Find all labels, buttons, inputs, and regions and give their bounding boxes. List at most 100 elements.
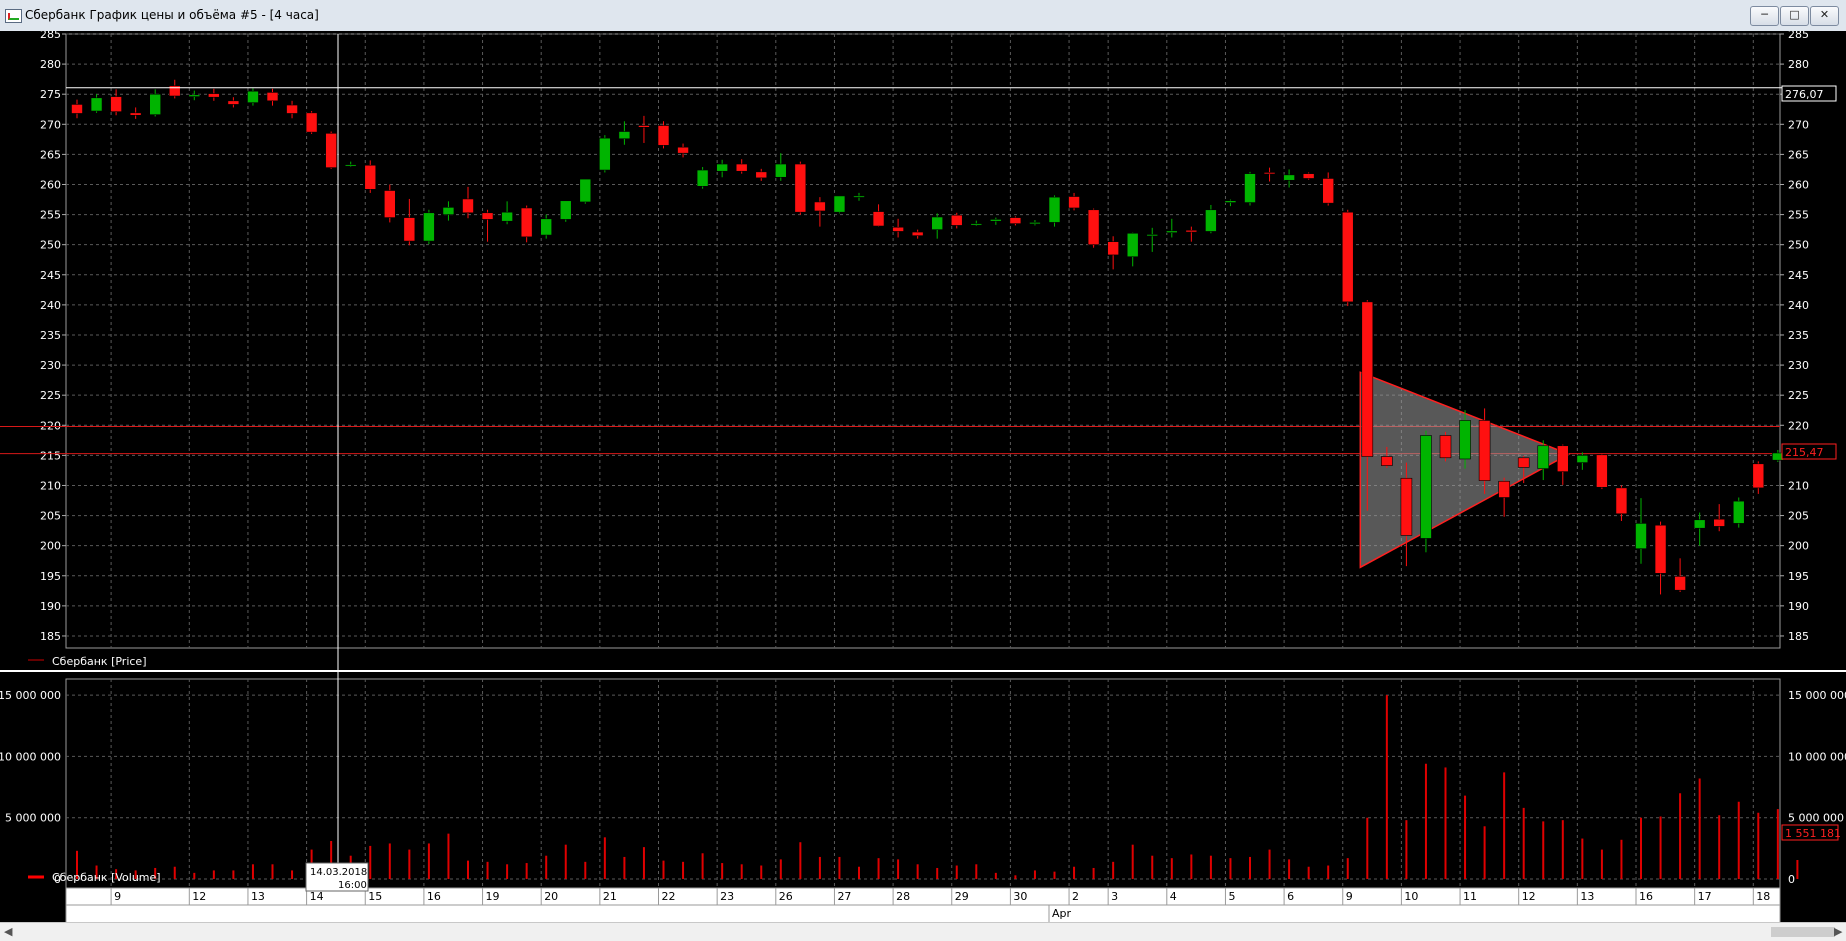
candle-body bbox=[481, 212, 494, 220]
candle-body bbox=[1498, 480, 1510, 498]
price-tick-label: 255 bbox=[40, 209, 61, 222]
scroll-right-icon[interactable]: ▶ bbox=[1834, 925, 1842, 938]
candle-body bbox=[1166, 230, 1178, 233]
candle-body bbox=[1459, 420, 1471, 460]
day-label: 16 bbox=[427, 890, 441, 903]
price-tick-label: 255 bbox=[1788, 209, 1809, 222]
candle-body bbox=[325, 133, 337, 168]
day-label: 27 bbox=[837, 890, 851, 903]
candle-body bbox=[1244, 173, 1256, 203]
day-label: 20 bbox=[544, 890, 558, 903]
day-label: 9 bbox=[114, 890, 121, 903]
price-tick-label: 200 bbox=[1788, 540, 1809, 553]
candle-body bbox=[618, 131, 631, 140]
candle-body bbox=[1048, 196, 1061, 223]
horizontal-scrollbar[interactable]: ◀ ▶ bbox=[0, 922, 1846, 941]
candle-body bbox=[540, 218, 553, 236]
chart-area[interactable]: 185 185 190 190 195 195 200 200 205 205 210 210 215 2… bbox=[0, 28, 1846, 931]
candle-body bbox=[1674, 576, 1686, 591]
candle-body bbox=[129, 112, 142, 116]
minimize-button[interactable]: ─ bbox=[1750, 6, 1779, 26]
candle-body bbox=[833, 195, 846, 213]
day-label: 13 bbox=[251, 890, 265, 903]
candle-body bbox=[1185, 229, 1198, 233]
candle-body bbox=[794, 163, 807, 213]
day-label: 10 bbox=[1404, 890, 1418, 903]
day-label: 22 bbox=[662, 890, 676, 903]
scroll-thumb[interactable] bbox=[1771, 927, 1835, 937]
price-tick-label: 275 bbox=[40, 88, 61, 101]
candle-body bbox=[1361, 301, 1374, 457]
price-tick-label: 195 bbox=[40, 570, 61, 583]
candle-body bbox=[716, 163, 728, 172]
day-label: 6 bbox=[1287, 890, 1294, 903]
candle-body bbox=[266, 92, 279, 102]
price-tick-label: 270 bbox=[1788, 118, 1809, 131]
candle-body bbox=[1146, 234, 1159, 237]
candle-body bbox=[1263, 172, 1276, 175]
price-tick-label: 265 bbox=[40, 148, 61, 161]
day-label: 5 bbox=[1228, 890, 1235, 903]
day-label: 17 bbox=[1698, 890, 1712, 903]
candle-body bbox=[442, 207, 455, 215]
close-icon: ✕ bbox=[1819, 8, 1830, 21]
price-tick-label: 220 bbox=[40, 419, 61, 432]
candle-body bbox=[1341, 211, 1354, 303]
maximize-button[interactable]: □ bbox=[1780, 6, 1809, 26]
candle-body bbox=[1029, 222, 1041, 225]
candle-body bbox=[1126, 232, 1139, 258]
price-panel[interactable] bbox=[65, 33, 1781, 649]
month-label: Apr bbox=[1052, 907, 1072, 920]
volume-tick-label: 5 000 000 bbox=[5, 812, 61, 825]
candle-body bbox=[501, 211, 513, 222]
candle-body bbox=[1283, 174, 1295, 181]
scroll-left-icon[interactable]: ◀ bbox=[4, 925, 12, 938]
price-tick-label: 220 bbox=[1788, 419, 1809, 432]
day-label: 21 bbox=[603, 890, 617, 903]
chart-app-icon bbox=[5, 9, 22, 23]
candle-body bbox=[1654, 524, 1667, 574]
price-tick-label: 230 bbox=[1788, 359, 1809, 372]
candle-body bbox=[188, 94, 201, 97]
candle-body bbox=[423, 212, 435, 242]
candle-body bbox=[872, 211, 885, 227]
price-tick-label: 225 bbox=[40, 389, 61, 402]
price-legend: Сбербанк [Price] bbox=[52, 655, 147, 668]
candle-body bbox=[364, 164, 377, 190]
close-button[interactable]: ✕ bbox=[1810, 6, 1839, 26]
candle-body bbox=[892, 226, 904, 232]
candle-body bbox=[970, 223, 983, 226]
price-tick-label: 185 bbox=[1788, 630, 1809, 643]
candle-body bbox=[1752, 463, 1765, 489]
candle-body bbox=[383, 190, 396, 218]
last-volume-label: 1 551 181 bbox=[1785, 827, 1841, 840]
candle-body bbox=[1420, 435, 1432, 539]
day-label: 2 bbox=[1072, 890, 1079, 903]
volume-legend: Сбербанк [Volume] bbox=[52, 871, 161, 884]
day-label: 12 bbox=[1522, 890, 1536, 903]
day-label: 28 bbox=[896, 890, 910, 903]
window-title: Сбербанк График цены и объёма #5 - [4 ча… bbox=[25, 8, 319, 22]
price-tick-label: 240 bbox=[1788, 299, 1809, 312]
candle-body bbox=[1068, 196, 1080, 209]
day-label: 19 bbox=[486, 890, 500, 903]
price-tick-label: 210 bbox=[1788, 479, 1809, 492]
candle-body bbox=[208, 93, 220, 98]
day-label: 12 bbox=[192, 890, 206, 903]
candle-body bbox=[814, 201, 826, 212]
price-volume-chart[interactable]: 185 185190 190195 195200 200205 205210 2102152… bbox=[0, 28, 1846, 931]
candle-body bbox=[403, 217, 416, 242]
candle-body bbox=[1693, 519, 1706, 529]
price-tick-label: 245 bbox=[40, 269, 61, 282]
candle-body bbox=[1713, 518, 1725, 527]
volume-tick-label: 10 000 000 bbox=[0, 750, 61, 763]
day-label: 29 bbox=[955, 890, 969, 903]
day-label: 13 bbox=[1580, 890, 1594, 903]
candle-body bbox=[1517, 457, 1530, 468]
candle-body bbox=[1635, 523, 1647, 549]
candle-body bbox=[227, 100, 240, 105]
price-tick-label: 270 bbox=[40, 118, 61, 131]
price-tick-label: 250 bbox=[1788, 239, 1809, 252]
price-tick-label: 190 bbox=[40, 600, 61, 613]
candle-body bbox=[149, 93, 161, 115]
